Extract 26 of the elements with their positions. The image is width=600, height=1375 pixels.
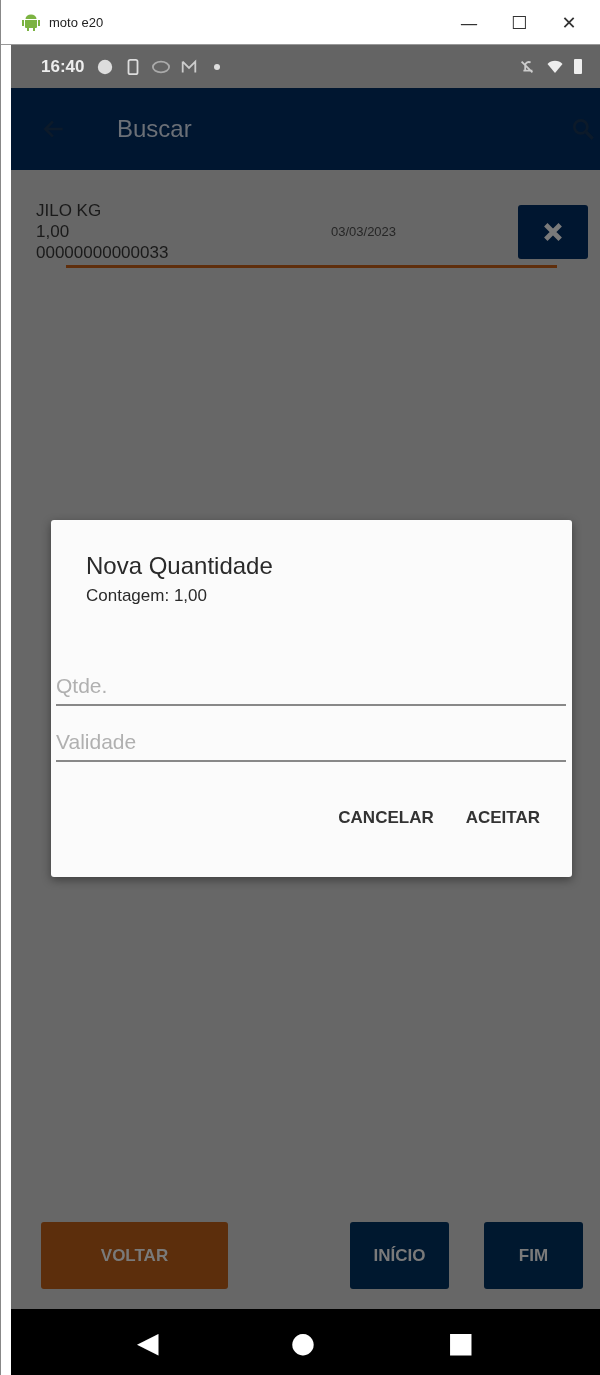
battery-icon <box>574 59 582 74</box>
input-field[interactable]: Validade <box>56 724 566 762</box>
product-code: 00000000000033 <box>36 242 170 263</box>
action-button[interactable]: FIM <box>484 1222 583 1289</box>
window-control-button[interactable]: — <box>444 11 494 33</box>
recents-icon[interactable]: ■ <box>447 1325 474 1359</box>
android-icon <box>21 12 41 32</box>
dot-icon <box>214 63 221 70</box>
delete-button[interactable] <box>518 204 588 259</box>
dialog-subtitle: Contagem: 1,00 <box>85 586 208 606</box>
dialog-button[interactable]: CANCELAR <box>332 804 440 832</box>
action-button[interactable]: INÍCIO <box>350 1222 449 1289</box>
product-date: 03/03/2023 <box>331 223 397 241</box>
window-control-button[interactable]: ☐ <box>494 11 544 33</box>
dialog-title: Nova Quantidade <box>85 552 274 580</box>
product-quantity: 1,00 <box>36 221 71 242</box>
window-control-button[interactable]: ✕ <box>544 11 594 33</box>
home-icon[interactable]: ● <box>290 1325 316 1359</box>
back-icon[interactable]: ◀ <box>137 1325 159 1359</box>
product-name: JILO KG <box>36 200 103 221</box>
app-notification-icon <box>96 57 115 76</box>
window-title: moto e20 <box>49 14 104 30</box>
app-bar-title: Buscar <box>117 115 192 143</box>
input-field[interactable]: Qtde. <box>56 668 566 706</box>
status-time: 16:40 <box>41 56 85 77</box>
dialog-button[interactable]: ACEITAR <box>459 804 546 832</box>
